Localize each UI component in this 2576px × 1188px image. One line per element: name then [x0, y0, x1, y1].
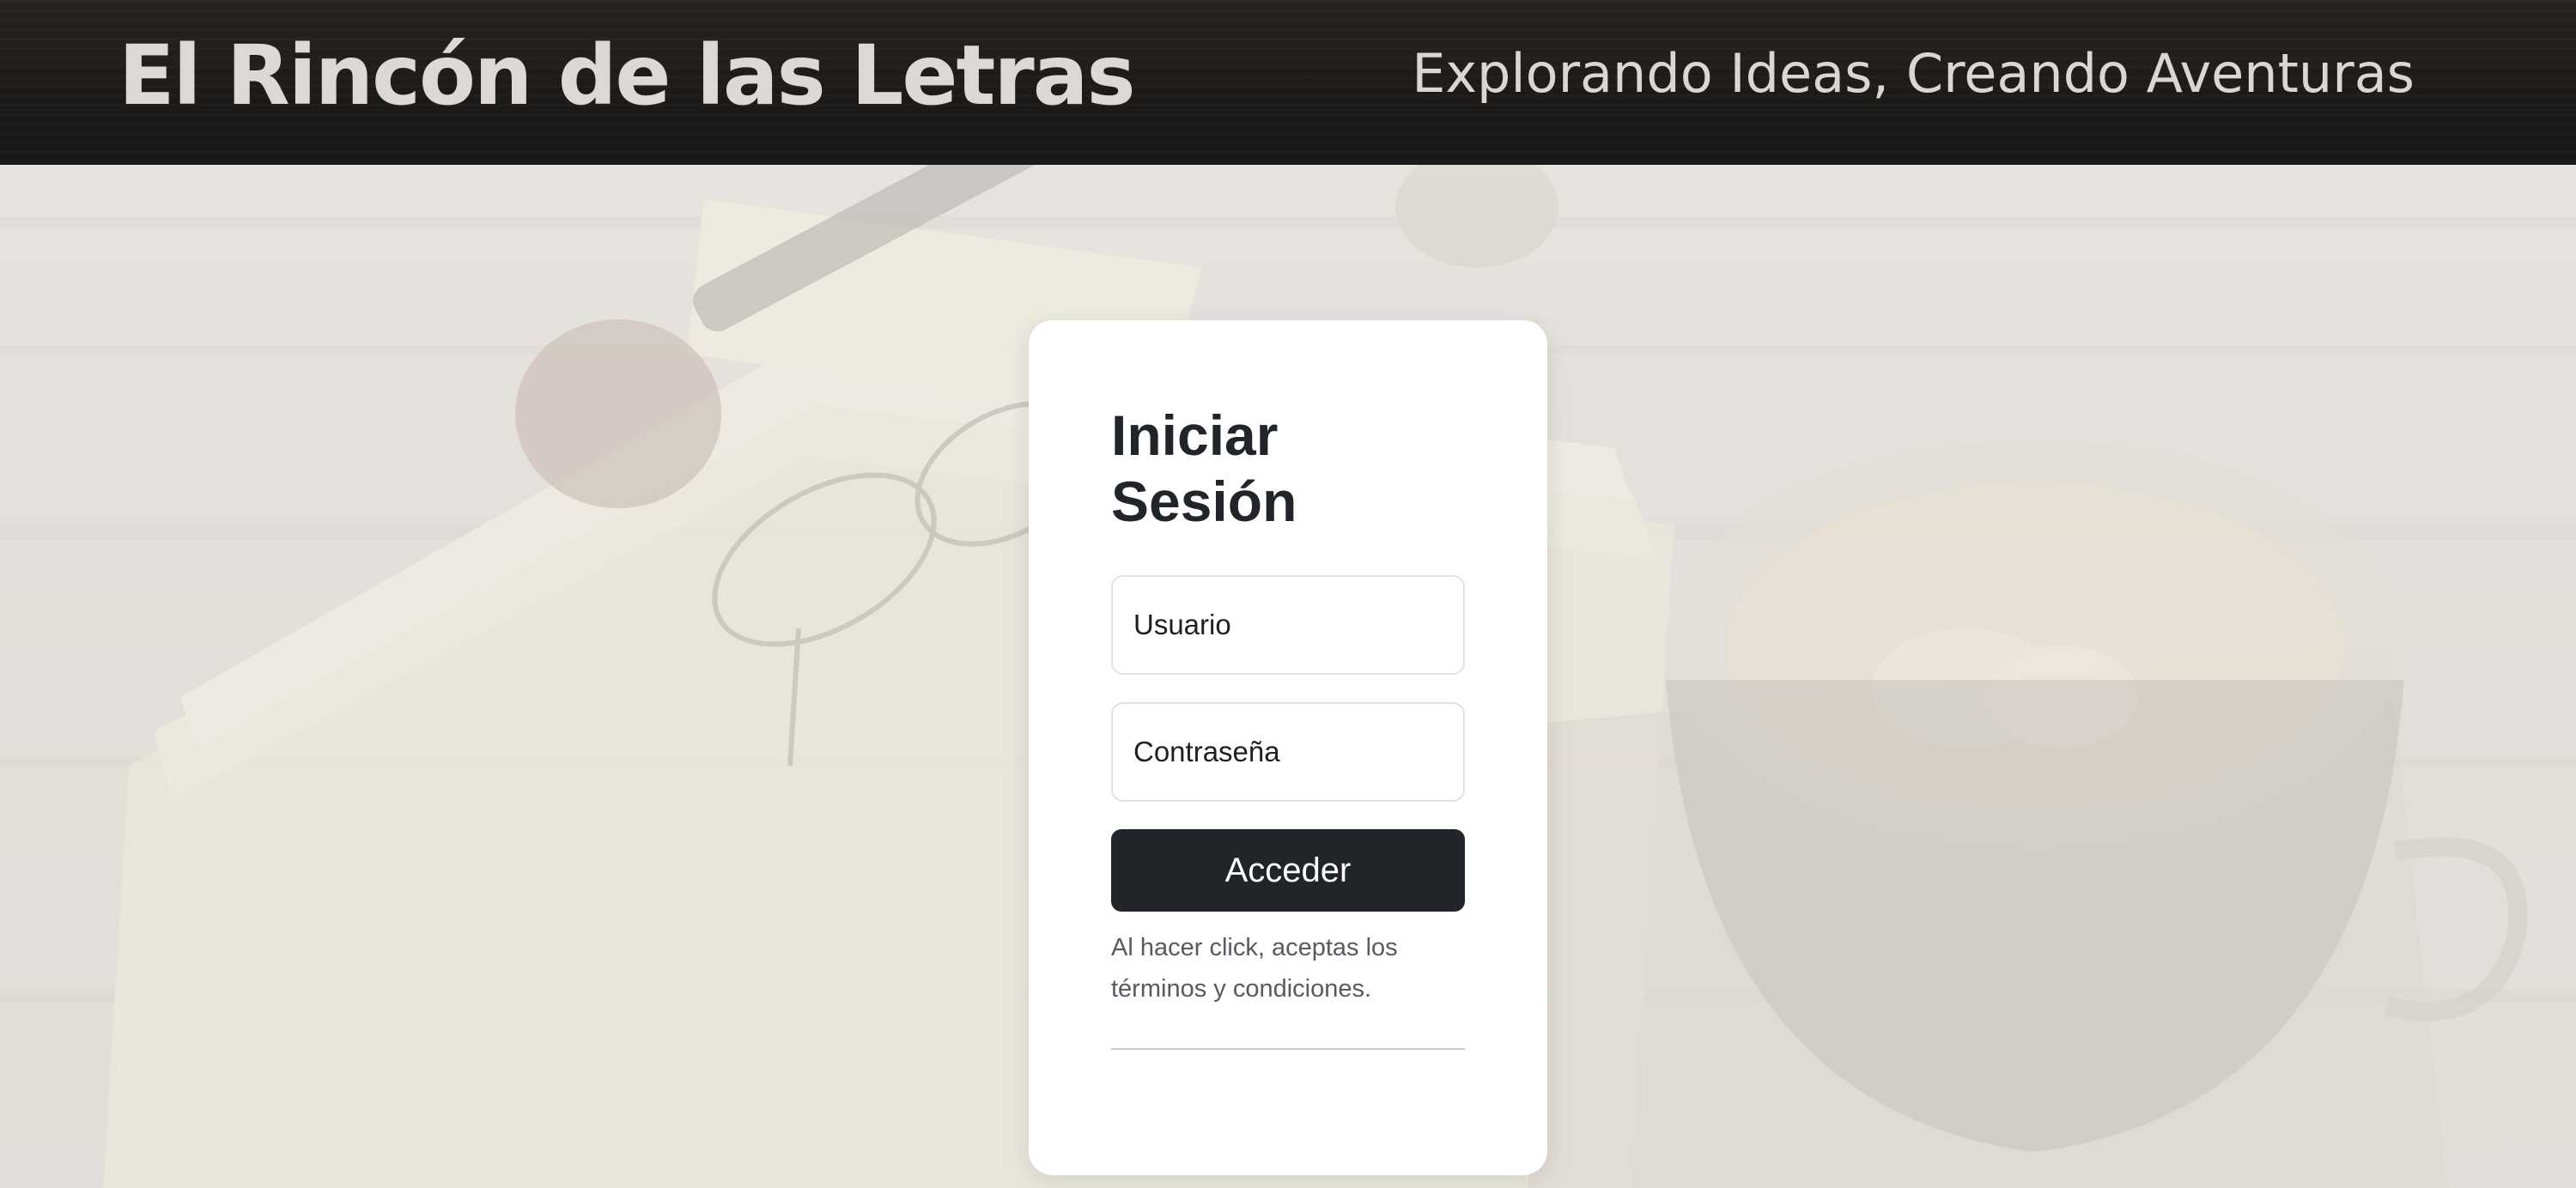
submit-button[interactable]: Acceder	[1111, 829, 1465, 912]
divider	[1111, 1048, 1465, 1050]
login-title: Iniciar Sesión	[1111, 403, 1297, 533]
username-input[interactable]	[1111, 575, 1465, 675]
site-tagline: Explorando Ideas, Creando Aventuras	[1412, 42, 2415, 105]
site-title: El Rincón de las Letras	[118, 27, 1136, 124]
terms-notice: Al hacer click, aceptas los términos y c…	[1111, 934, 1398, 1003]
login-card: Iniciar Sesión Acceder Al hacer click, a…	[1029, 320, 1547, 1175]
site-header: El Rincón de las Letras Explorando Ideas…	[0, 0, 2576, 165]
password-input[interactable]	[1111, 702, 1465, 802]
